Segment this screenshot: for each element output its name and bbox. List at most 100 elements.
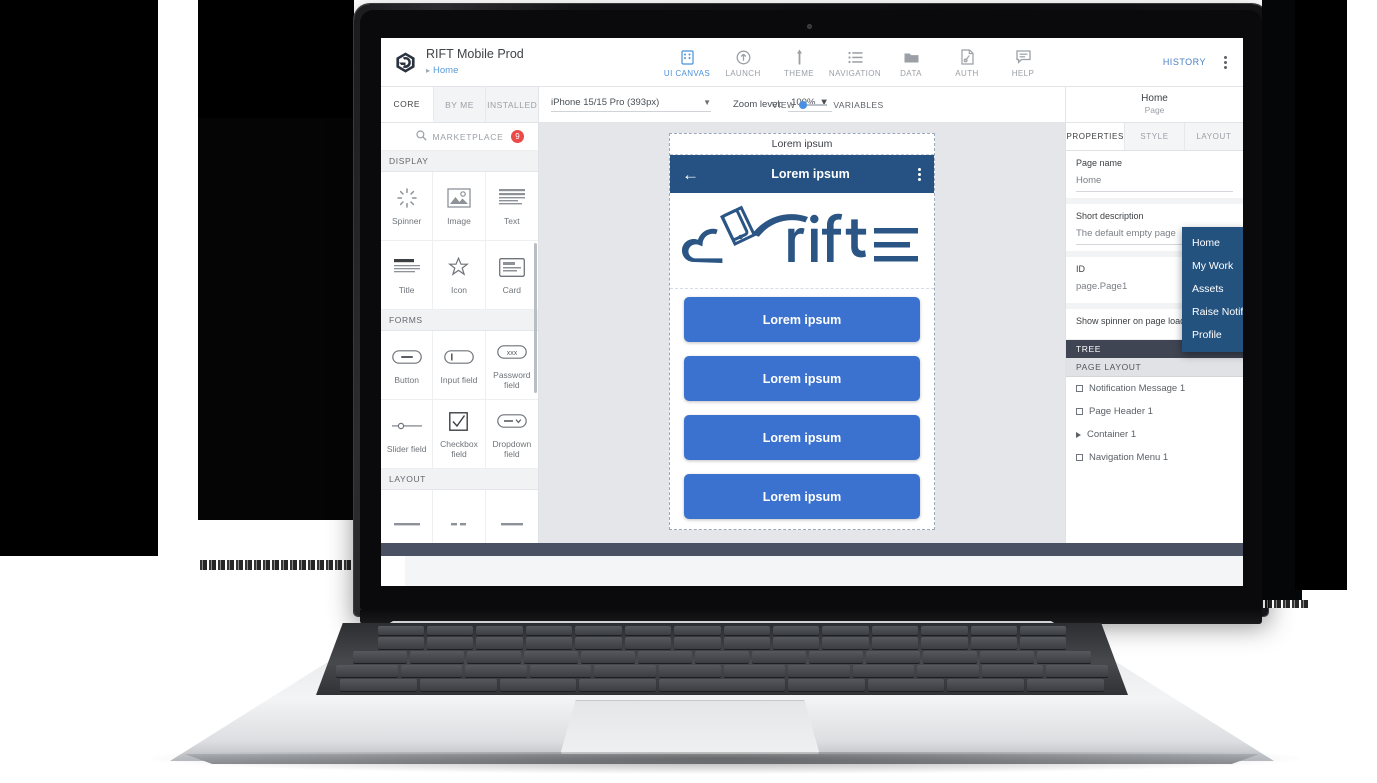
- breadcrumb-caret-icon: ▸: [426, 65, 431, 75]
- nav-item-ui-canvas[interactable]: UI CANVAS: [659, 47, 715, 78]
- nav-label: NAVIGATION: [828, 68, 882, 78]
- history-button[interactable]: HISTORY: [1163, 57, 1206, 67]
- component-card[interactable]: Card: [485, 241, 538, 310]
- password-field-icon: xxx: [497, 339, 527, 365]
- tab-style[interactable]: STYLE: [1125, 123, 1185, 150]
- nav-label: AUTH: [955, 68, 979, 78]
- theme-icon: [795, 49, 804, 66]
- page-name-input[interactable]: Home: [1076, 175, 1233, 192]
- view-variables-toggle[interactable]: VIEW VARIABLES: [772, 100, 884, 110]
- toggle-track[interactable]: [799, 100, 828, 109]
- nav-label: DATA: [900, 68, 922, 78]
- marketplace-search[interactable]: MARKETPLACE 9: [381, 123, 538, 151]
- properties-tab-group: PROPERTIES STYLE LAYOUT: [1066, 123, 1243, 151]
- component-slider-field[interactable]: Slider field: [381, 400, 434, 469]
- tab-by-me[interactable]: BY ME: [433, 87, 487, 122]
- keyboard-key: [867, 679, 945, 691]
- component-layout-3[interactable]: [485, 490, 538, 543]
- keyboard-key: [419, 679, 497, 691]
- device-select[interactable]: iPhone 15/15 Pro (393px) ▼: [551, 97, 711, 112]
- preview-button-3[interactable]: Lorem ipsum: [684, 415, 920, 460]
- nav-item-navigation[interactable]: NAVIGATION: [827, 47, 883, 78]
- keyboard-key: [787, 679, 865, 691]
- dropdown-icon: [497, 408, 527, 434]
- kebab-menu-icon[interactable]: [1220, 54, 1231, 71]
- keyboard-key: [624, 637, 672, 649]
- component-icon[interactable]: Icon: [433, 241, 486, 310]
- button-list: Lorem ipsum Lorem ipsum Lorem ipsum Lore…: [670, 289, 934, 529]
- nav-item-auth[interactable]: AUTH: [939, 47, 995, 78]
- marketplace-badge[interactable]: 9: [511, 130, 524, 143]
- nav-item-data[interactable]: DATA: [883, 47, 939, 78]
- nav-item-help[interactable]: HELP: [995, 47, 1051, 78]
- navigation-menu-dropdown[interactable]: Home My Work Assets Raise Notification P…: [1182, 227, 1243, 352]
- kebab-menu-icon[interactable]: [918, 167, 921, 181]
- tab-properties[interactable]: PROPERTIES: [1066, 123, 1126, 150]
- current-page-indicator: Home Page: [1065, 87, 1243, 122]
- palette-scrollbar[interactable]: [534, 243, 537, 393]
- laptop-mockup: RIFT Mobile Prod ▸ Home UI CANVAS LAUNCH…: [0, 0, 1377, 783]
- background-artifact-right: [1295, 0, 1347, 590]
- chevron-right-icon[interactable]: [1076, 431, 1081, 438]
- tree-node-page-header[interactable]: Page Header 1: [1066, 400, 1243, 423]
- component-label: Image: [447, 216, 471, 227]
- component-layout-2[interactable]: [433, 490, 486, 543]
- menu-item-my-work[interactable]: My Work: [1182, 254, 1243, 277]
- secondary-toolbar: CORE BY ME INSTALLED iPhone 15/15 Pro (3…: [381, 87, 1243, 123]
- preview-button-1[interactable]: Lorem ipsum: [684, 297, 920, 342]
- component-checkbox-field[interactable]: Checkbox field: [433, 400, 486, 469]
- toolbar-right: HISTORY: [1163, 54, 1243, 71]
- preview-button-4[interactable]: Lorem ipsum: [684, 474, 920, 519]
- back-arrow-icon[interactable]: ←: [682, 166, 699, 183]
- component-text[interactable]: Text: [485, 172, 538, 241]
- laptop-screen: RIFT Mobile Prod ▸ Home UI CANVAS LAUNCH…: [381, 38, 1243, 586]
- component-spinner[interactable]: Spinner: [381, 172, 434, 241]
- view-label: VIEW: [772, 99, 796, 110]
- menu-item-assets[interactable]: Assets: [1182, 277, 1243, 300]
- keyboard-key: [921, 626, 968, 635]
- palette-grid-forms: Button Input field xxx Password field Sl…: [381, 331, 538, 469]
- field-label: Page name: [1076, 158, 1123, 168]
- component-password-field[interactable]: xxx Password field: [485, 331, 538, 400]
- keyboard-key: [525, 637, 573, 649]
- tab-installed[interactable]: INSTALLED: [486, 87, 539, 122]
- tree-node-notification-message[interactable]: Notification Message 1: [1066, 377, 1243, 400]
- toggle-knob[interactable]: [799, 100, 808, 109]
- nav-label: LAUNCH: [725, 68, 761, 78]
- tree-node-label: Navigation Menu 1: [1089, 452, 1169, 463]
- design-canvas: Lorem ipsum ← Lorem ipsum Lorem ipsum Lo…: [539, 123, 1065, 543]
- tree-node-container[interactable]: Container 1: [1066, 423, 1243, 446]
- keyboard-key: [581, 651, 635, 663]
- tree-node-navigation-menu[interactable]: Navigation Menu 1: [1066, 446, 1243, 469]
- component-image[interactable]: Image: [433, 172, 486, 241]
- keyboard-key: [723, 626, 770, 635]
- keyboard-key: [1037, 651, 1091, 663]
- breadcrumb[interactable]: ▸ Home: [426, 65, 524, 77]
- menu-item-raise-notification[interactable]: Raise Notification: [1182, 300, 1243, 323]
- menu-item-profile[interactable]: Profile: [1182, 323, 1243, 346]
- nav-item-launch[interactable]: LAUNCH: [715, 47, 771, 78]
- component-title[interactable]: Title: [381, 241, 434, 310]
- brand-area: RIFT Mobile Prod ▸ Home: [381, 47, 651, 77]
- component-layout-1[interactable]: [381, 490, 434, 543]
- tab-core[interactable]: CORE: [381, 87, 434, 122]
- webcam-icon: [807, 24, 812, 29]
- keyboard-key: [426, 637, 474, 649]
- keyboard-key: [723, 637, 770, 649]
- component-dropdown-field[interactable]: Dropdown field: [485, 400, 538, 469]
- nav-item-theme[interactable]: THEME: [771, 47, 827, 78]
- component-label: Icon: [450, 285, 468, 296]
- keyboard-key: [947, 679, 1025, 691]
- preview-button-2[interactable]: Lorem ipsum: [684, 356, 920, 401]
- menu-item-home[interactable]: Home: [1182, 231, 1243, 254]
- component-label: Password field: [493, 370, 531, 390]
- notification-message[interactable]: Lorem ipsum: [670, 134, 934, 155]
- tab-layout[interactable]: LAYOUT: [1184, 123, 1243, 150]
- current-page-kind: Page: [1144, 105, 1165, 116]
- page-header[interactable]: ← Lorem ipsum: [670, 155, 934, 193]
- component-input-field[interactable]: Input field: [433, 331, 486, 400]
- component-label: Button: [394, 375, 419, 386]
- keyboard-key: [980, 651, 1034, 663]
- component-button[interactable]: Button: [381, 331, 434, 400]
- keyboard-key: [822, 637, 869, 649]
